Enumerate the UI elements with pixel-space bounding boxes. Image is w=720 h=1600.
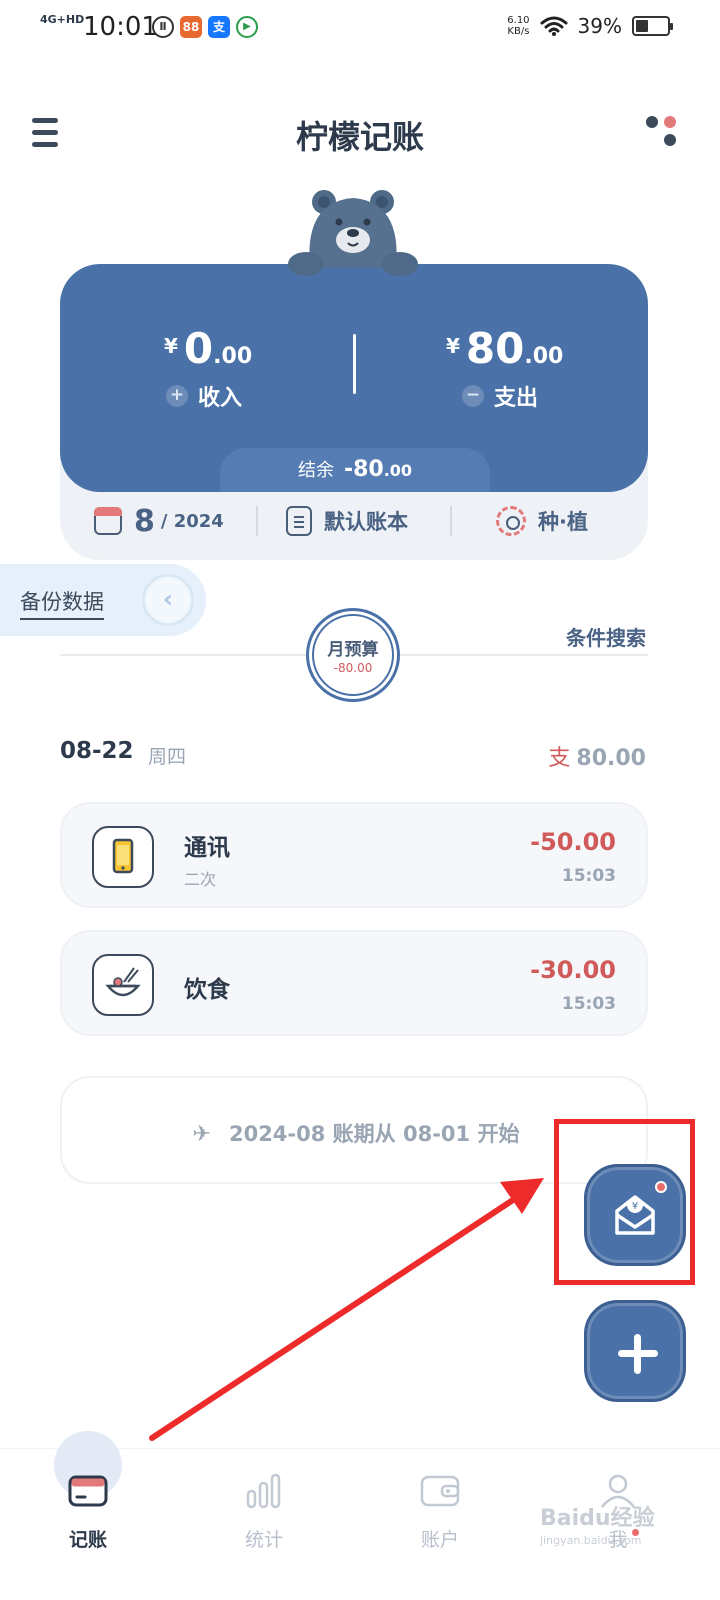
battery-level — [636, 20, 648, 32]
balance-tab: 结余 -80.00 — [220, 448, 490, 492]
divider — [450, 506, 452, 536]
divider — [400, 654, 648, 656]
plant-button[interactable]: 种·植 — [496, 506, 588, 536]
month-value: 8 — [134, 503, 155, 539]
budget-value: -80.00 — [333, 661, 373, 675]
app-header: 柠檬记账 — [0, 100, 720, 170]
annotation-highlight-box — [554, 1119, 695, 1285]
nav-tab-bookkeeping[interactable]: 记账 — [18, 1431, 158, 1600]
month-selector[interactable]: 8 / 2024 — [94, 504, 224, 539]
divider — [60, 654, 306, 656]
bar-chart-icon — [246, 1473, 281, 1509]
balance-label: 结余 — [297, 460, 334, 481]
transaction-category: 通讯 — [184, 835, 230, 861]
card-icon — [68, 1475, 108, 1507]
plant-label: 种·植 — [538, 510, 588, 534]
bowl-icon — [92, 954, 154, 1016]
expense-decimal: .00 — [524, 344, 564, 369]
transaction-card[interactable]: 通讯 二次 -50.00 15:03 — [60, 802, 648, 908]
network-speed: 6.10 KB/s — [507, 15, 529, 37]
income-integer: 0 — [183, 324, 214, 373]
nav-tab-accounts[interactable]: 账户 — [370, 1449, 510, 1600]
add-income-icon: + — [166, 385, 188, 407]
apps-grid-icon[interactable] — [646, 116, 676, 148]
nav-label: 账户 — [420, 1529, 459, 1551]
backup-data-tab[interactable]: 备份数据 ‹ — [0, 564, 206, 636]
transaction-time: 15:03 — [561, 866, 616, 886]
summary-card: ¥0.00 + 收入 ¥80.00 − 支出 结余 -80.00 8 / 2024… — [60, 264, 648, 560]
income-label: 收入 — [198, 386, 243, 411]
transaction-note: 二次 — [184, 870, 217, 889]
flower-icon — [496, 506, 526, 536]
balance-integer: -80 — [343, 457, 384, 482]
wifi-icon — [540, 16, 568, 36]
nav-tab-statistics[interactable]: 统计 — [194, 1449, 334, 1600]
watermark-url: jingyan.baidu.com — [540, 1534, 642, 1547]
network-indicator: 4G+HD — [40, 13, 85, 26]
book-selector[interactable]: 默认账本 — [286, 506, 408, 536]
transaction-category: 饮食 — [184, 977, 230, 1003]
status-right: 6.10 KB/s 39% — [507, 14, 673, 38]
expense-label-row[interactable]: − 支出 — [462, 380, 538, 412]
battery-icon — [632, 16, 673, 36]
taobao-icon: 88 — [180, 16, 202, 38]
year-value: / 2024 — [160, 510, 224, 532]
notification-icons: Ⅱ 88 支 ▶ — [152, 16, 258, 38]
day-weekday: 周四 — [148, 746, 187, 768]
watermark-logo: Baidu经验 — [540, 1506, 655, 1531]
transaction-time: 15:03 — [561, 994, 616, 1014]
expense-prefix: 支 — [548, 746, 571, 771]
transaction-amount: -50.00 — [530, 828, 616, 856]
expense-amount[interactable]: ¥80.00 — [446, 324, 563, 373]
summary-divider — [353, 334, 356, 394]
plane-icon: ✈ — [192, 1122, 211, 1147]
day-total-value: 80.00 — [576, 746, 646, 771]
expense-integer: 80 — [465, 324, 525, 373]
balance-decimal: .00 — [383, 461, 413, 480]
income-label-row[interactable]: + 收入 — [166, 380, 242, 412]
add-record-button[interactable] — [584, 1300, 686, 1402]
add-expense-icon: − — [462, 385, 484, 407]
calendar-icon — [94, 507, 122, 535]
expense-label: 支出 — [494, 386, 539, 411]
app-title: 柠檬记账 — [295, 118, 424, 156]
transaction-amount: -30.00 — [530, 956, 616, 984]
clock: 10:01 — [83, 12, 158, 42]
bear-mascot-icon — [288, 190, 418, 276]
divider — [256, 506, 258, 536]
day-expense-total: 支 80.00 — [548, 740, 646, 772]
backup-data-label[interactable]: 备份数据 — [20, 586, 104, 620]
billing-period-text: 2024-08 账期从 08-01 开始 — [228, 1122, 520, 1146]
collapse-arrow-icon[interactable]: ‹ — [142, 574, 194, 626]
income-currency: ¥ — [164, 334, 178, 358]
battery-percent: 39% — [577, 14, 622, 38]
nav-label: 记账 — [68, 1529, 107, 1551]
income-decimal: .00 — [213, 344, 253, 369]
speed-value: 6.10 — [507, 15, 530, 26]
video-app-icon: ▶ — [236, 16, 258, 38]
monthly-budget-badge[interactable]: 月预算 -80.00 — [306, 608, 400, 702]
phone-icon — [92, 826, 154, 888]
filter-search-link[interactable]: 条件搜索 — [566, 622, 646, 651]
expense-currency: ¥ — [446, 334, 460, 358]
income-amount[interactable]: ¥0.00 — [164, 324, 252, 373]
summary-card-body: ¥0.00 + 收入 ¥80.00 − 支出 结余 -80.00 — [60, 264, 648, 492]
budget-title: 月预算 — [327, 640, 379, 660]
alipay-icon: 支 — [208, 16, 230, 38]
ledger-icon — [286, 506, 312, 536]
book-label: 默认账本 — [324, 510, 408, 534]
nav-label: 统计 — [244, 1529, 283, 1551]
speed-unit: KB/s — [507, 26, 530, 37]
day-date: 08-22 — [60, 738, 134, 764]
transaction-card[interactable]: 饮食 -30.00 15:03 — [60, 930, 648, 1036]
wallet-icon — [420, 1475, 460, 1507]
status-bar: 4G+HD 10:01 Ⅱ 88 支 ▶ 6.10 KB/s 39% — [0, 0, 720, 56]
notification-app-icon: Ⅱ — [152, 16, 174, 38]
plus-icon — [634, 1334, 641, 1374]
summary-card-actions: 8 / 2024 默认账本 种·植 — [60, 496, 648, 546]
